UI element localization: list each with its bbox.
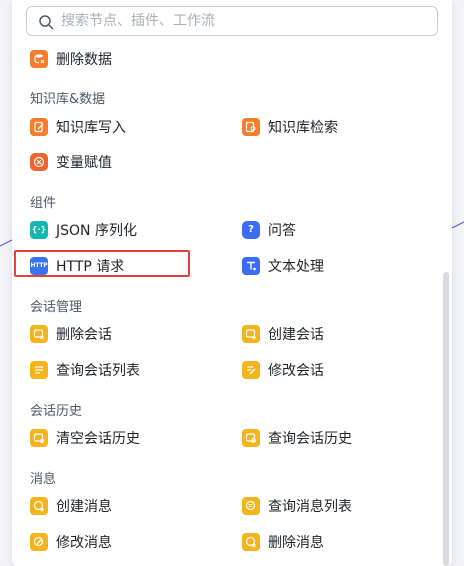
node-item-edit-message[interactable]: 修改消息 xyxy=(30,530,112,554)
query-message-list-icon xyxy=(242,497,260,515)
query-conversation-list-icon xyxy=(30,361,48,379)
search-input[interactable] xyxy=(61,11,421,31)
create-conversation-icon xyxy=(242,325,260,343)
node-item-label: HTTP 请求 xyxy=(56,259,125,275)
node-item-label: 清空会话历史 xyxy=(56,431,140,447)
section-title-components: 组件 xyxy=(30,196,57,211)
node-item-delete-message[interactable]: 删除消息 xyxy=(242,530,324,554)
clear-history-icon xyxy=(30,429,48,447)
node-item-label: 查询会话历史 xyxy=(268,431,352,447)
variable-assign-icon xyxy=(30,153,48,171)
section-title-conversation-management: 会话管理 xyxy=(30,300,83,315)
node-item-knowledge-search[interactable]: 知识库检索 xyxy=(242,115,338,139)
scrollbar[interactable] xyxy=(443,272,449,566)
node-item-label: 变量赋值 xyxy=(56,155,112,171)
node-item-query-history[interactable]: 查询会话历史 xyxy=(242,426,352,450)
node-item-label: 删除会话 xyxy=(56,327,112,343)
search-bar xyxy=(12,0,452,46)
node-item-label: JSON 序列化 xyxy=(56,223,137,239)
node-item-label: 修改会话 xyxy=(268,363,324,379)
node-item-query-conversation-list[interactable]: 查询会话列表 xyxy=(30,358,140,382)
json-icon: {·} xyxy=(30,221,48,239)
node-item-label: 删除数据 xyxy=(56,52,112,68)
delete-message-icon xyxy=(242,533,260,551)
node-item-label: 文本处理 xyxy=(268,259,324,275)
node-item-delete-data[interactable]: 删除数据 xyxy=(30,47,112,71)
delete-conversation-icon xyxy=(30,325,48,343)
text-process-icon xyxy=(242,257,260,275)
node-item-create-message[interactable]: 创建消息 xyxy=(30,494,112,518)
node-item-label: 创建消息 xyxy=(56,499,112,515)
knowledge-search-icon xyxy=(242,118,260,136)
node-item-label: 知识库检索 xyxy=(268,120,338,136)
node-item-query-message-list[interactable]: 查询消息列表 xyxy=(242,494,352,518)
node-item-label: 修改消息 xyxy=(56,535,112,551)
node-item-json-serialize[interactable]: {·} JSON 序列化 xyxy=(30,218,137,242)
node-item-label: 删除消息 xyxy=(268,535,324,551)
search-icon xyxy=(39,15,54,30)
node-item-question-answer[interactable]: ? 问答 xyxy=(242,218,296,242)
http-icon: HTTP xyxy=(30,257,48,275)
edit-conversation-icon xyxy=(242,361,260,379)
node-item-label: 查询会话列表 xyxy=(56,363,140,379)
question-icon: ? xyxy=(242,221,260,239)
node-item-label: 知识库写入 xyxy=(56,120,126,136)
node-item-label: 查询消息列表 xyxy=(268,499,352,515)
section-title-knowledge: 知识库&数据 xyxy=(30,92,106,107)
query-history-icon xyxy=(242,429,260,447)
node-item-label: 问答 xyxy=(268,223,296,239)
node-item-clear-history[interactable]: 清空会话历史 xyxy=(30,426,140,450)
create-message-icon xyxy=(30,497,48,515)
section-title-conversation-history: 会话历史 xyxy=(30,404,83,419)
node-picker-panel: 删除数据 知识库&数据 知识库写入 知识库检索 变量赋值 组件 {·} JSON… xyxy=(12,0,452,566)
delete-data-icon xyxy=(30,50,48,68)
node-item-label: 创建会话 xyxy=(268,327,324,343)
node-item-create-conversation[interactable]: 创建会话 xyxy=(242,322,324,346)
search-box[interactable] xyxy=(26,6,438,36)
section-title-messages: 消息 xyxy=(30,472,57,487)
knowledge-write-icon xyxy=(30,118,48,136)
node-item-text-process[interactable]: 文本处理 xyxy=(242,254,324,278)
node-item-delete-conversation[interactable]: 删除会话 xyxy=(30,322,112,346)
node-item-edit-conversation[interactable]: 修改会话 xyxy=(242,358,324,382)
node-item-http-request[interactable]: HTTP HTTP 请求 xyxy=(30,254,124,278)
edit-message-icon xyxy=(30,533,48,551)
node-item-knowledge-write[interactable]: 知识库写入 xyxy=(30,115,126,139)
node-item-variable-assign[interactable]: 变量赋值 xyxy=(30,150,112,174)
